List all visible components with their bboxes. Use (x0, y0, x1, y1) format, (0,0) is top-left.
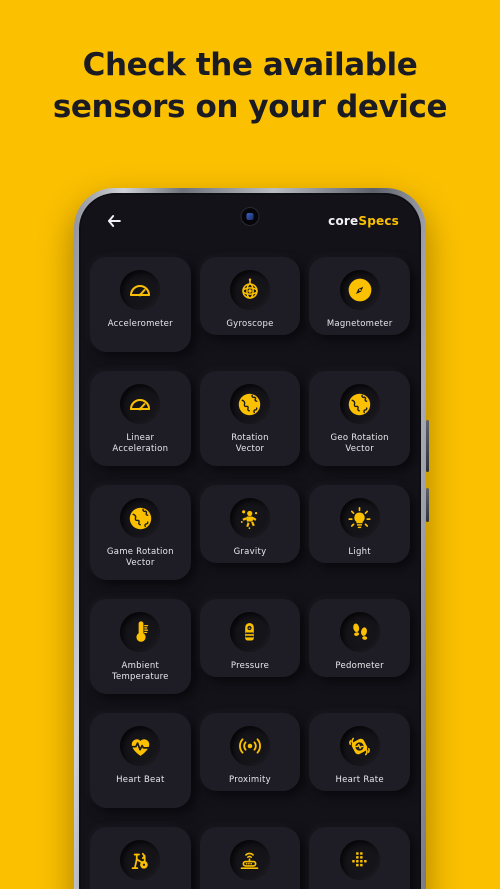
front-camera-punch-hole (241, 208, 259, 225)
sensor-card-label: Proximity (229, 775, 271, 785)
sensor-card-label: Heart Rate (335, 775, 384, 785)
sensor-card[interactable]: Light (309, 485, 410, 563)
exercise-bike-icon (120, 840, 161, 880)
sensor-card[interactable]: Heart Beat (90, 713, 191, 808)
signal-waves-icon (229, 726, 270, 766)
sensor-card[interactable]: 6DOF (309, 827, 410, 889)
sensor-card-label: Geo Rotation Vector (330, 433, 389, 454)
globe-icon (339, 384, 380, 424)
sensor-card[interactable]: Gyroscope (199, 257, 301, 335)
sensor-card[interactable]: Game Rotation Vector (90, 485, 191, 580)
back-button[interactable] (101, 208, 127, 234)
camera-lens-icon (246, 213, 254, 220)
lightbulb-icon (339, 498, 380, 538)
phone-screen: coreSpecs Accelerometer Gyroscope Magnet… (81, 195, 419, 889)
sensor-card[interactable]: Geo Rotation Vector (309, 371, 410, 466)
app-logo-specs: Specs (358, 214, 399, 228)
dot-matrix-icon (339, 840, 380, 880)
sensor-card-label: Ambient Temperature (112, 661, 169, 682)
globe-icon (120, 498, 161, 538)
sensor-card-label: Pressure (230, 661, 270, 671)
sensor-card[interactable]: Accelerometer (90, 257, 191, 352)
sensor-card[interactable]: Motion Detect (199, 827, 301, 889)
page-title-line-1: Check the available (82, 47, 418, 83)
gravity-figure-icon (229, 498, 270, 538)
heart-rate-monitor-icon (339, 726, 380, 766)
volume-button[interactable] (426, 420, 429, 472)
globe-icon (229, 384, 270, 424)
sensor-card-label: Game Rotation Vector (106, 547, 174, 568)
footprints-icon (339, 612, 380, 652)
poster-root: Check the available sensors on your devi… (0, 0, 500, 889)
sensor-card[interactable]: Pressure (199, 599, 301, 677)
sensor-card[interactable]: Heart Rate (309, 713, 410, 791)
page-title-line-2: sensors on your device (52, 89, 448, 125)
page-title: Check the available sensors on your devi… (0, 44, 500, 128)
sensor-card-label: Accelerometer (107, 319, 173, 329)
app-logo-core: core (328, 214, 359, 228)
sensor-card[interactable]: Pedometer (309, 599, 410, 677)
arrow-left-icon (104, 211, 124, 231)
sensor-card[interactable]: Linear Acceleration (90, 371, 191, 466)
phone-bezel: coreSpecs Accelerometer Gyroscope Magnet… (79, 193, 421, 889)
power-button[interactable] (426, 488, 429, 522)
sensor-card-label: Magnetometer (326, 319, 393, 329)
sensor-card-label: Rotation Vector (231, 433, 269, 454)
sensor-card[interactable]: Stationary Detect (90, 827, 191, 889)
speedometer-icon (120, 270, 161, 310)
sensor-card-label: Pedometer (335, 661, 384, 671)
phone-mockup: coreSpecs Accelerometer Gyroscope Magnet… (74, 188, 429, 889)
sensor-card-label: Linear Acceleration (112, 433, 169, 454)
sensor-card-label: Heart Beat (116, 775, 165, 785)
gyroscope-icon (229, 270, 270, 310)
app-logo: coreSpecs (328, 214, 399, 228)
sensor-card[interactable]: Ambient Temperature (90, 599, 191, 694)
wifi-router-icon (229, 840, 270, 880)
sensor-card-label: Light (348, 547, 371, 557)
sensor-card[interactable]: Proximity (199, 713, 301, 791)
sensor-card[interactable]: Magnetometer (309, 257, 410, 335)
thermometer-icon (120, 612, 161, 652)
speedometer-icon (120, 384, 161, 424)
heart-pulse-icon (120, 726, 161, 766)
sensor-grid: Accelerometer Gyroscope Magnetometer Lin… (81, 247, 419, 889)
sensor-card-label: Gyroscope (226, 319, 274, 329)
sensor-card-label: Gravity (233, 547, 267, 557)
pressure-gauge-icon (229, 612, 270, 652)
sensor-card[interactable]: Gravity (199, 485, 301, 563)
sensor-card[interactable]: Rotation Vector (199, 371, 301, 466)
app-bar: coreSpecs (81, 195, 419, 247)
compass-icon (339, 270, 380, 310)
